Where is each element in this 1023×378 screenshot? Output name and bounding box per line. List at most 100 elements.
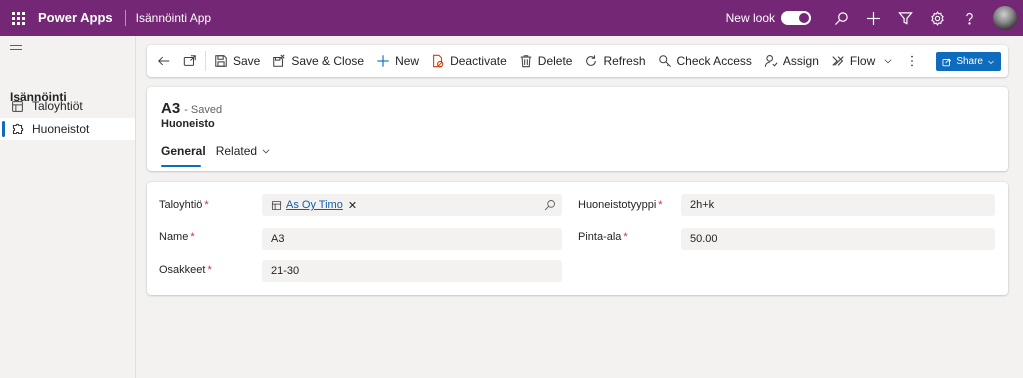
chevron-down-icon [988, 60, 994, 64]
lookup-value-link[interactable]: As Oy Timo [286, 199, 343, 211]
new-look-label: New look [725, 11, 775, 25]
share-label: Share [956, 56, 983, 67]
sidebar-item-huoneistot[interactable]: Huoneistot [0, 118, 135, 140]
field-label-text: Osakkeet [159, 264, 206, 276]
osakkeet-label: Osakkeet * [159, 264, 212, 276]
record-title: A3 [161, 100, 181, 117]
check-access-button[interactable]: Check Access [652, 45, 758, 77]
save-close-label: Save & Close [291, 54, 365, 68]
flow-icon [832, 56, 844, 66]
open-window-icon [183, 55, 196, 66]
save-close-button[interactable]: Save & Close [266, 45, 370, 77]
field-label-text: Taloyhtiö [159, 199, 203, 211]
plus-icon [377, 55, 389, 67]
share-icon [942, 58, 952, 66]
command-bar: Save Save & Close New Deactivate Delete … [147, 45, 1008, 77]
field-label-text: Huoneistotyyppi [578, 199, 657, 211]
deactivate-icon [433, 54, 444, 68]
name-label: Name * [159, 231, 195, 243]
refresh-label: Refresh [603, 54, 646, 68]
pinta-ala-label: Pinta-ala * [578, 231, 628, 243]
delete-button[interactable]: Delete [513, 45, 579, 77]
hamburger-menu-icon[interactable] [10, 45, 22, 53]
add-icon[interactable] [857, 0, 889, 36]
required-mark: * [207, 264, 212, 276]
huoneistotyyppi-label: Huoneistotyyppi * [578, 199, 663, 211]
sidebar-item-taloyhtiot[interactable]: Taloyhtiöt [0, 95, 135, 117]
flow-button[interactable]: Flow [825, 45, 899, 77]
refresh-icon [586, 55, 597, 66]
puzzle-icon [10, 122, 24, 136]
save-label: Save [233, 54, 261, 68]
huoneistotyyppi-value: 2h+k [690, 199, 715, 211]
save-status: - Saved [184, 104, 223, 116]
tab-label: Related [215, 144, 258, 158]
new-look-toggle[interactable] [781, 11, 811, 25]
refresh-button[interactable]: Refresh [578, 45, 651, 77]
deactivate-button[interactable]: Deactivate [425, 45, 513, 77]
pinta-ala-value: 50.00 [690, 233, 718, 245]
new-button[interactable]: New [370, 45, 425, 77]
settings-icon[interactable] [921, 0, 953, 36]
person-assign-icon [764, 55, 778, 67]
top-bar: Power Apps Isännöinti App New look [0, 0, 1023, 36]
key-search-icon [658, 55, 671, 68]
share-button[interactable]: Share [936, 52, 1001, 71]
flow-label: Flow [849, 54, 876, 68]
deactivate-label: Deactivate [450, 54, 507, 68]
chevron-down-icon [262, 149, 270, 154]
help-icon[interactable] [953, 0, 985, 36]
required-mark: * [204, 199, 209, 211]
user-avatar[interactable] [993, 6, 1017, 30]
assign-button[interactable]: Assign [758, 45, 825, 77]
app-launcher-icon[interactable] [0, 0, 36, 36]
more-vertical-icon [911, 55, 914, 67]
required-mark: * [190, 231, 195, 243]
open-in-new-window-button[interactable] [177, 45, 203, 77]
field-label-text: Name [159, 231, 189, 243]
save-close-icon [273, 54, 285, 67]
tab-label: General [161, 144, 206, 158]
field-label-text: Pinta-ala [578, 231, 622, 243]
save-icon [215, 55, 227, 67]
pinta-ala-field[interactable]: 50.00 [681, 228, 995, 250]
back-button[interactable] [147, 45, 177, 77]
search-icon[interactable] [825, 0, 857, 36]
required-mark: * [623, 231, 628, 243]
assign-label: Assign [782, 54, 819, 68]
entity-name: Huoneisto [161, 118, 215, 130]
name-field[interactable]: A3 [262, 228, 562, 250]
building-icon [271, 200, 282, 210]
filter-icon[interactable] [889, 0, 921, 36]
record-header: A3 - Saved Huoneisto General Related [147, 87, 1008, 171]
divider [205, 51, 206, 71]
lookup-chip: As Oy Timo ✕ [271, 199, 357, 212]
building-icon [10, 99, 24, 113]
record-tabs: General Related [161, 144, 281, 167]
sidebar: Isännöinti Taloyhtiöt Huoneistot [0, 36, 136, 378]
chevron-down-icon [884, 59, 892, 64]
form-section: Taloyhtiö * As Oy Timo ✕ Name * A3 Osakkee… [147, 182, 1008, 295]
osakkeet-field[interactable]: 21-30 [262, 260, 562, 282]
tab-general[interactable]: General [161, 144, 206, 167]
tab-related[interactable]: Related [216, 144, 271, 167]
trash-icon [520, 55, 532, 68]
sidebar-item-label: Taloyhtiöt [32, 99, 83, 113]
brand-title[interactable]: Power Apps [36, 10, 126, 26]
new-label: New [395, 54, 420, 68]
save-button[interactable]: Save [208, 45, 266, 77]
check-access-label: Check Access [676, 54, 752, 68]
app-name[interactable]: Isännöinti App [126, 11, 211, 25]
back-arrow-icon [158, 56, 170, 66]
sidebar-item-label: Huoneistot [32, 122, 90, 136]
delete-label: Delete [537, 54, 573, 68]
search-icon[interactable] [544, 199, 556, 211]
more-commands-button[interactable] [899, 45, 925, 77]
taloyhtio-lookup-field[interactable]: As Oy Timo ✕ [262, 194, 562, 216]
required-mark: * [658, 199, 663, 211]
name-value: A3 [271, 233, 285, 245]
remove-value-icon[interactable]: ✕ [348, 199, 357, 212]
taloyhtio-label: Taloyhtiö * [159, 199, 209, 211]
huoneistotyyppi-field[interactable]: 2h+k [681, 194, 995, 216]
osakkeet-value: 21-30 [271, 265, 300, 277]
